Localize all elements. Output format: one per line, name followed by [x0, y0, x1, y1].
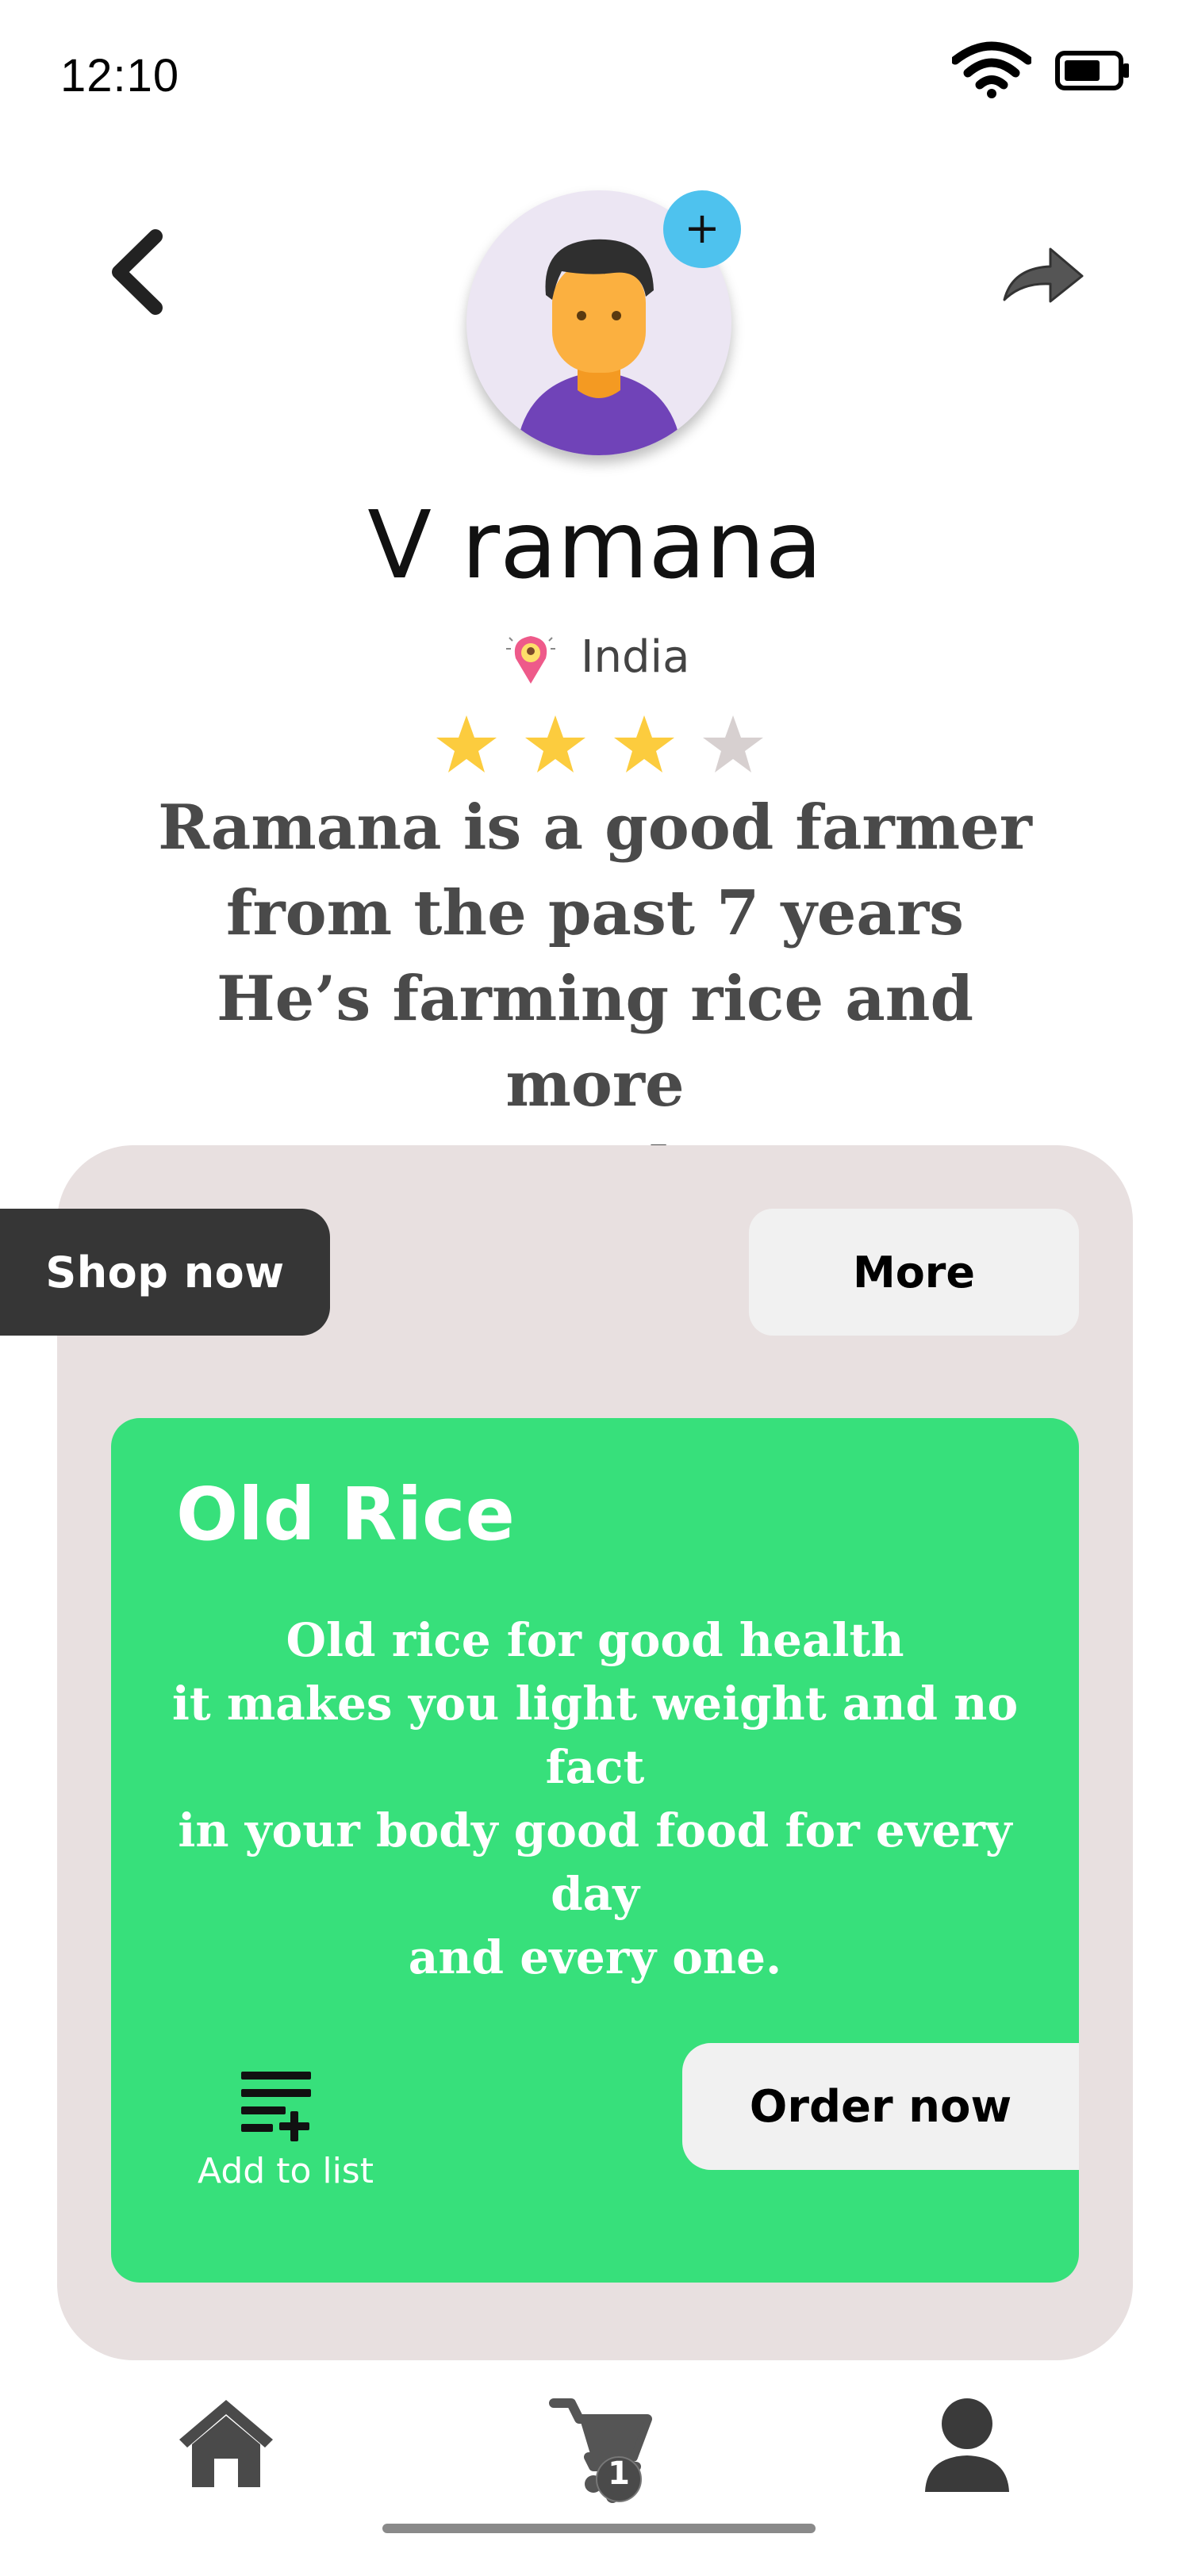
star-icon-4	[703, 715, 763, 772]
location-label: India	[581, 631, 690, 683]
location-pin-icon	[506, 636, 555, 684]
rating-stars	[436, 715, 763, 772]
home-indicator	[382, 2524, 816, 2533]
add-photo-button[interactable]: +	[663, 190, 741, 268]
cart-badge: 1	[608, 2455, 630, 2492]
star-icon-1	[436, 715, 497, 772]
back-chevron-icon[interactable]	[103, 228, 175, 316]
status-time: 12:10	[60, 50, 180, 102]
order-now-button[interactable]: Order now	[682, 2043, 1079, 2170]
star-icon-3	[614, 715, 674, 772]
home-icon[interactable]	[175, 2395, 278, 2492]
more-button[interactable]: More	[749, 1209, 1079, 1336]
profile-icon[interactable]	[920, 2395, 1014, 2495]
share-arrow-icon[interactable]	[993, 235, 1088, 314]
playlist-add-icon[interactable]	[238, 2067, 317, 2143]
profile-name: V ramana	[367, 490, 823, 600]
product-description: Old rice for good health it makes you li…	[171, 1613, 1019, 1984]
wifi-icon	[952, 41, 1031, 98]
product-title: Old Rice	[176, 1472, 515, 1557]
shop-now-button[interactable]: Shop now	[0, 1209, 330, 1336]
star-icon-2	[525, 715, 585, 772]
battery-icon	[1055, 51, 1129, 90]
add-to-list-label[interactable]: Add to list	[159, 2151, 413, 2191]
